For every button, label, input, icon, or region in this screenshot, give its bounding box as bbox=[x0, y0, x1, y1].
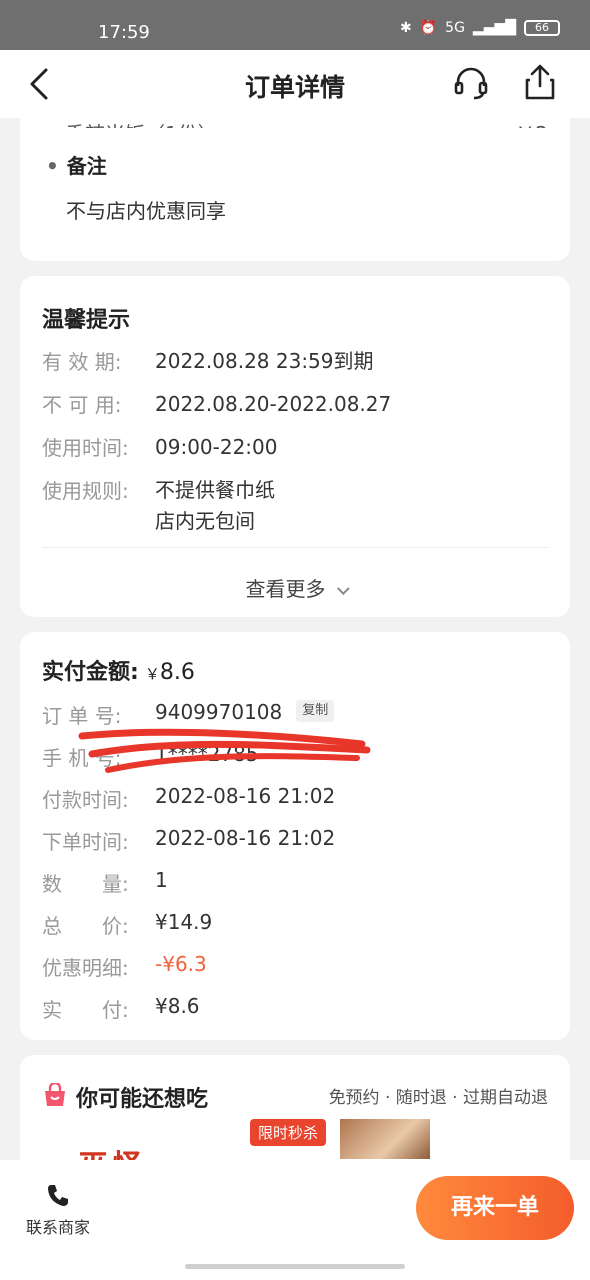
view-more-button[interactable]: 查看更多 bbox=[20, 573, 570, 602]
payment-row-discount: 优惠明细: -¥6.3 bbox=[42, 952, 207, 981]
contact-merchant-label: 联系商家 bbox=[25, 1218, 90, 1237]
paid-amount-value: 8.6 bbox=[159, 660, 195, 685]
payment-value: 2022-08-16 21:02 bbox=[155, 784, 336, 808]
page-title: 订单详情 bbox=[244, 73, 345, 102]
status-time: 17:59 bbox=[98, 22, 150, 43]
chevron-down-icon bbox=[336, 582, 350, 596]
order-items-card: 香辣米饭（1份） ￥2 • 备注 不与店内优惠同享 bbox=[20, 118, 570, 261]
deal-image[interactable] bbox=[340, 1119, 430, 1159]
payment-card: 实付金额: ￥8.6 订 单 号: 9409970108 复制 手 机 号: 1*… bbox=[20, 632, 570, 1040]
signal-icon: ▂▄▆█ bbox=[472, 20, 516, 36]
currency-symbol: ￥ bbox=[144, 665, 160, 683]
payment-row-quantity: 数 量: 1 bbox=[42, 868, 168, 897]
bottom-action-bar: 联系商家 再来一单 bbox=[0, 1160, 590, 1280]
tips-row-rules: 使用规则: 不提供餐巾纸 店内无包间 bbox=[42, 475, 275, 537]
tips-value: 2022.08.20-2022.08.27 bbox=[155, 392, 392, 416]
payment-label: 订 单 号: bbox=[42, 704, 122, 728]
reorder-button[interactable]: 再来一单 bbox=[416, 1176, 574, 1240]
payment-value: ¥8.6 bbox=[155, 994, 200, 1018]
order-detail-content[interactable]: 香辣米饭（1份） ￥2 • 备注 不与店内优惠同享 温馨提示 有 效 期: 202… bbox=[0, 118, 590, 1160]
tips-card: 温馨提示 有 效 期: 2022.08.28 23:59到期 不 可 用: 20… bbox=[20, 276, 570, 617]
payment-label: 实 付: bbox=[42, 998, 129, 1022]
divider bbox=[42, 547, 548, 548]
payment-label: 付款时间: bbox=[42, 788, 129, 812]
order-item-price: ￥2 bbox=[515, 118, 548, 128]
copy-button[interactable]: 复制 bbox=[296, 700, 335, 722]
home-indicator[interactable] bbox=[185, 1264, 405, 1269]
tips-value: 2022.08.28 23:59到期 bbox=[155, 349, 374, 373]
shopping-bag-icon bbox=[45, 1083, 65, 1106]
tips-row-validity: 有 效 期: 2022.08.28 23:59到期 bbox=[42, 346, 374, 377]
recommend-title: 你可能还想吃 bbox=[76, 1087, 209, 1112]
bullet-icon: • bbox=[46, 154, 59, 178]
payment-label: 优惠明细: bbox=[42, 956, 129, 980]
redaction-scribble bbox=[78, 728, 371, 773]
payment-value: 2022-08-16 21:02 bbox=[155, 826, 336, 850]
payment-label: 数 量: bbox=[42, 872, 129, 896]
note-title: • 备注 bbox=[46, 150, 107, 179]
payment-row-actual: 实 付: ¥8.6 bbox=[42, 994, 200, 1023]
payment-value: ¥14.9 bbox=[155, 910, 213, 934]
alarm-icon: ⏰ bbox=[419, 20, 438, 36]
tips-label: 使用时间: bbox=[42, 436, 129, 460]
phone-icon bbox=[48, 1185, 68, 1206]
paid-amount-label: 实付金额: bbox=[42, 660, 139, 685]
tips-label: 使用规则: bbox=[42, 479, 129, 503]
payment-row-order-time: 下单时间: 2022-08-16 21:02 bbox=[42, 826, 335, 855]
order-item-name: 香辣米饭（1份） bbox=[65, 118, 218, 128]
recommend-tags: 免预约 · 随时退 · 过期自动退 bbox=[328, 1088, 548, 1108]
order-item-row: 香辣米饭（1份） ￥2 bbox=[65, 118, 548, 128]
payment-row-total: 总 价: ¥14.9 bbox=[42, 910, 212, 939]
bluetooth-icon: ✱ bbox=[399, 20, 412, 36]
paid-amount: 实付金额: ￥8.6 bbox=[42, 654, 195, 686]
shop-logo[interactable]: 巫怪 bbox=[78, 1141, 146, 1160]
status-icons: ✱ ⏰ 5G ▂▄▆█ 66 bbox=[400, 20, 560, 36]
tips-title: 温馨提示 bbox=[42, 308, 131, 333]
tips-label: 有 效 期: bbox=[42, 350, 122, 374]
tips-row-hours: 使用时间: 09:00-22:00 bbox=[42, 432, 278, 463]
note-text: 不与店内优惠同享 bbox=[66, 199, 226, 223]
contact-merchant-button[interactable]: 联系商家 bbox=[18, 1182, 98, 1238]
tips-value: 09:00-22:00 bbox=[155, 435, 278, 459]
recommendation-card: 你可能还想吃 免预约 · 随时退 · 过期自动退 巫怪 限时秒杀 bbox=[20, 1055, 570, 1160]
share-icon[interactable] bbox=[522, 62, 558, 102]
view-more-label: 查看更多 bbox=[245, 577, 326, 601]
battery-icon: 66 bbox=[524, 20, 560, 36]
tips-label: 不 可 用: bbox=[42, 393, 122, 417]
top-nav-bar: 订单详情 bbox=[0, 50, 590, 118]
payment-value: 1 bbox=[155, 868, 168, 892]
order-number: 9409970108 bbox=[155, 700, 283, 724]
customer-service-icon[interactable] bbox=[452, 64, 490, 102]
payment-row-pay-time: 付款时间: 2022-08-16 21:02 bbox=[42, 784, 335, 813]
tips-value: 不提供餐巾纸 店内无包间 bbox=[155, 478, 275, 533]
payment-label: 总 价: bbox=[42, 914, 129, 938]
payment-label: 下单时间: bbox=[42, 830, 129, 854]
payment-row-order-no: 订 单 号: 9409970108 复制 bbox=[42, 700, 335, 729]
discount-value: -¥6.3 bbox=[155, 952, 207, 976]
network-label: 5G bbox=[445, 20, 465, 36]
flash-sale-badge: 限时秒杀 bbox=[250, 1119, 327, 1146]
status-bar: 17:59 ✱ ⏰ 5G ▂▄▆█ 66 bbox=[0, 0, 590, 50]
tips-row-unavailable: 不 可 用: 2022.08.20-2022.08.27 bbox=[42, 389, 391, 420]
note-title-text: 备注 bbox=[66, 154, 107, 178]
